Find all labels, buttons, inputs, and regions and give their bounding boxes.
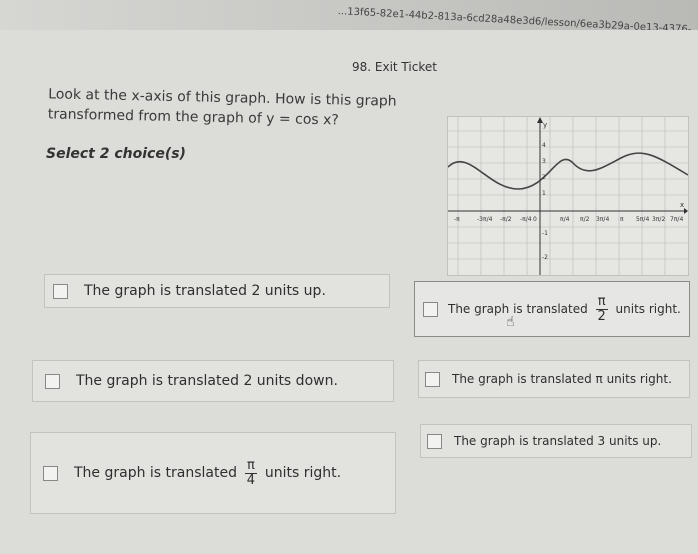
choice-label: The graph is translated 2 units down. <box>76 373 338 389</box>
svg-text:-1: -1 <box>542 230 548 237</box>
browser-bar: ...13f65-82e1-44b2-813a-6cd28a48e3d6/les… <box>0 0 698 36</box>
svg-text:-π/4: -π/4 <box>520 216 532 223</box>
choice-translated-2-up[interactable]: The graph is translated 2 units up. <box>44 274 390 308</box>
svg-text:π/2: π/2 <box>580 216 590 223</box>
choice-label: The graph is translated 2 units up. <box>84 283 326 299</box>
hand-cursor-icon: ☝ <box>506 314 515 330</box>
choice-checkbox[interactable] <box>425 371 440 387</box>
svg-text:π/4: π/4 <box>560 216 570 223</box>
y-axis-label: y <box>543 121 547 129</box>
x-axis-label: x <box>680 201 684 209</box>
choice-translated-pi-over-2-right[interactable]: The graph is translated π 2 units right. <box>414 281 690 337</box>
choice-translated-3-up[interactable]: The graph is translated 3 units up. <box>420 424 692 458</box>
choice-label: The graph is translated 3 units up. <box>454 434 662 448</box>
choice-translated-2-down[interactable]: The graph is translated 2 units down. <box>32 360 394 402</box>
svg-text:π: π <box>620 216 624 223</box>
svg-text:5π/4: 5π/4 <box>636 216 649 223</box>
instruction-text: Select 2 choice(s) <box>46 146 186 162</box>
graph-svg: y x 4 3 2 1 -1 -2 -π -3π/4 -π/2 -π/4 0 π… <box>447 117 689 275</box>
question-text: Look at the x-axis of this graph. How is… <box>47 86 397 129</box>
svg-text:3: 3 <box>542 158 546 165</box>
svg-text:-π/2: -π/2 <box>500 216 512 223</box>
svg-text:-3π/4: -3π/4 <box>477 216 493 223</box>
svg-text:4: 4 <box>542 142 546 149</box>
svg-text:7π/4: 7π/4 <box>670 216 683 223</box>
function-graph: y x 4 3 2 1 -1 -2 -π -3π/4 -π/2 -π/4 0 π… <box>447 116 689 276</box>
page-title: 98. Exit Ticket <box>352 60 437 74</box>
choice-checkbox[interactable] <box>427 433 442 449</box>
choice-translated-pi-right[interactable]: The graph is translated π units right. <box>418 360 690 398</box>
svg-text:3π/2: 3π/2 <box>652 216 665 223</box>
choice-checkbox[interactable] <box>45 373 60 389</box>
choice-checkbox[interactable] <box>43 465 58 481</box>
svg-text:1: 1 <box>542 190 546 197</box>
svg-text:3π/4: 3π/4 <box>596 216 609 223</box>
svg-text:0: 0 <box>533 216 537 223</box>
choice-label: The graph is translated π 4 units right. <box>74 457 342 488</box>
fraction: π 2 <box>595 293 608 324</box>
svg-text:2: 2 <box>542 174 546 181</box>
fraction: π 4 <box>245 457 257 488</box>
svg-text:-π: -π <box>454 216 460 223</box>
curve-line <box>447 152 689 190</box>
choice-checkbox[interactable] <box>53 283 68 299</box>
choice-translated-pi-over-4-right[interactable]: The graph is translated π 4 units right. <box>30 432 396 514</box>
svg-text:-2: -2 <box>542 254 548 261</box>
choice-checkbox[interactable] <box>423 301 438 317</box>
choice-label: The graph is translated π units right. <box>452 372 672 386</box>
choice-label: The graph is translated π 2 units right. <box>448 293 681 324</box>
